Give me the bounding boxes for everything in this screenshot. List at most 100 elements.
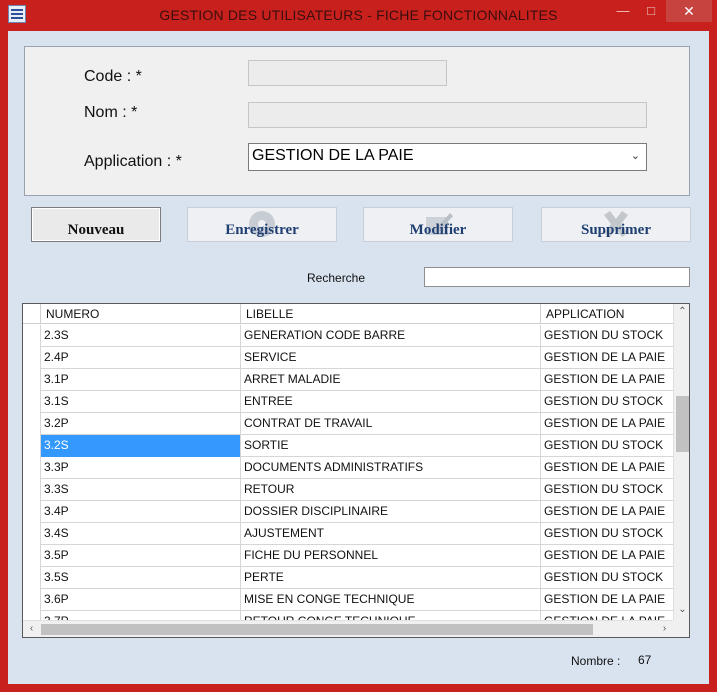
cell-libelle[interactable]: MISE EN CONGE TECHNIQUE: [241, 589, 541, 611]
vertical-scrollbar[interactable]: ⌃ ⌄: [673, 304, 689, 620]
scroll-left-arrow-icon[interactable]: ‹: [23, 621, 40, 637]
search-input[interactable]: [424, 267, 690, 287]
nom-label: Nom : *: [84, 104, 138, 121]
column-header-application[interactable]: APPLICATION: [541, 304, 673, 324]
cell-numero[interactable]: 3.5P: [41, 545, 241, 567]
table-row[interactable]: 3.4S AJUSTEMENT GESTION DU STOCK: [23, 523, 673, 545]
cell-application[interactable]: GESTION DU STOCK: [541, 479, 673, 501]
row-header[interactable]: [23, 347, 41, 369]
table-row[interactable]: 3.5S PERTE GESTION DU STOCK: [23, 567, 673, 589]
row-header[interactable]: [23, 369, 41, 391]
client-area: Code : * Nom : * Application : * GESTION…: [8, 31, 709, 684]
cell-application[interactable]: GESTION DE LA PAIE: [541, 369, 673, 391]
table-row[interactable]: 3.3S RETOUR GESTION DU STOCK: [23, 479, 673, 501]
row-header[interactable]: [23, 391, 41, 413]
cell-libelle[interactable]: ARRET MALADIE: [241, 369, 541, 391]
row-header[interactable]: [23, 501, 41, 523]
application-select[interactable]: GESTION DE LA PAIE ⌄: [248, 143, 647, 171]
cell-libelle[interactable]: FICHE DU PERSONNEL: [241, 545, 541, 567]
scroll-down-arrow-icon[interactable]: ⌄: [674, 602, 689, 618]
table-row[interactable]: 3.1P ARRET MALADIE GESTION DE LA PAIE: [23, 369, 673, 391]
cell-numero[interactable]: 3.3S: [41, 479, 241, 501]
minimize-button[interactable]: —: [610, 0, 636, 22]
count-label: Nombre :: [571, 654, 621, 668]
table-row[interactable]: 3.6P MISE EN CONGE TECHNIQUE GESTION DE LA…: [23, 589, 673, 611]
nom-field[interactable]: [248, 102, 647, 128]
cell-application[interactable]: GESTION DE LA PAIE: [541, 501, 673, 523]
horizontal-scroll-thumb[interactable]: [41, 624, 593, 635]
row-header[interactable]: [23, 413, 41, 435]
table-row[interactable]: 3.2S SORTIE GESTION DU STOCK: [23, 435, 673, 457]
cell-libelle[interactable]: GENERATION CODE BARRE: [241, 325, 541, 347]
cell-application[interactable]: GESTION DU STOCK: [541, 325, 673, 347]
form-panel: Code : * Nom : * Application : * GESTION…: [24, 46, 690, 196]
cell-application[interactable]: GESTION DE LA PAIE: [541, 589, 673, 611]
row-header[interactable]: [23, 457, 41, 479]
row-header[interactable]: [23, 435, 41, 457]
table-row[interactable]: 3.3P DOCUMENTS ADMINISTRATIFS GESTION DE L…: [23, 457, 673, 479]
cell-numero[interactable]: 2.4P: [41, 347, 241, 369]
cell-libelle[interactable]: SORTIE: [241, 435, 541, 457]
column-header-libelle[interactable]: LIBELLE: [241, 304, 541, 324]
supprimer-button[interactable]: Supprimer: [541, 207, 691, 242]
cell-libelle[interactable]: CONTRAT DE TRAVAIL: [241, 413, 541, 435]
table-row[interactable]: 3.1S ENTREE GESTION DU STOCK: [23, 391, 673, 413]
cell-application[interactable]: GESTION DE LA PAIE: [541, 545, 673, 567]
title-bar[interactable]: GESTION DES UTILISATEURS - FICHE FONCTIO…: [0, 0, 717, 31]
code-field[interactable]: [248, 60, 447, 86]
cell-libelle[interactable]: ENTREE: [241, 391, 541, 413]
cell-numero[interactable]: 3.2S: [41, 435, 241, 457]
maximize-button[interactable]: □: [638, 0, 664, 22]
enregistrer-button[interactable]: Enregistrer: [187, 207, 337, 242]
row-header[interactable]: [23, 479, 41, 501]
grid-header: NUMERO LIBELLE APPLICATION: [23, 304, 673, 324]
cell-libelle[interactable]: DOCUMENTS ADMINISTRATIFS: [241, 457, 541, 479]
cell-application[interactable]: GESTION DE LA PAIE: [541, 457, 673, 479]
cell-numero[interactable]: 2.3S: [41, 325, 241, 347]
cell-numero[interactable]: 3.3P: [41, 457, 241, 479]
table-row[interactable]: 3.5P FICHE DU PERSONNEL GESTION DE LA PAIE: [23, 545, 673, 567]
row-header[interactable]: [23, 567, 41, 589]
functions-grid[interactable]: NUMERO LIBELLE APPLICATION 2.3S GENERATIO…: [22, 303, 690, 638]
cell-application[interactable]: GESTION DU STOCK: [541, 523, 673, 545]
cell-numero[interactable]: 3.1S: [41, 391, 241, 413]
cell-numero[interactable]: 3.1P: [41, 369, 241, 391]
row-header[interactable]: [23, 545, 41, 567]
row-header[interactable]: [23, 325, 41, 347]
scroll-up-arrow-icon[interactable]: ⌃: [674, 304, 689, 320]
cell-application[interactable]: GESTION DU STOCK: [541, 567, 673, 589]
cell-numero[interactable]: 3.4S: [41, 523, 241, 545]
cell-numero[interactable]: 3.4P: [41, 501, 241, 523]
cell-libelle[interactable]: AJUSTEMENT: [241, 523, 541, 545]
close-button[interactable]: ✕: [666, 0, 712, 22]
chevron-down-icon[interactable]: ⌄: [631, 144, 640, 168]
cell-application[interactable]: GESTION DE LA PAIE: [541, 347, 673, 369]
cell-application[interactable]: GESTION DU STOCK: [541, 435, 673, 457]
cell-numero[interactable]: 3.6P: [41, 589, 241, 611]
table-row[interactable]: 2.3S GENERATION CODE BARRE GESTION DU STOC…: [23, 325, 673, 347]
table-row[interactable]: 2.4P SERVICE GESTION DE LA PAIE: [23, 347, 673, 369]
cell-libelle[interactable]: RETOUR: [241, 479, 541, 501]
cell-application[interactable]: GESTION DE LA PAIE: [541, 413, 673, 435]
scroll-corner: [673, 620, 689, 637]
cell-libelle[interactable]: DOSSIER DISCIPLINAIRE: [241, 501, 541, 523]
row-header[interactable]: [23, 523, 41, 545]
cell-libelle[interactable]: SERVICE: [241, 347, 541, 369]
cell-application[interactable]: GESTION DU STOCK: [541, 391, 673, 413]
column-header-numero[interactable]: NUMERO: [41, 304, 241, 324]
table-row[interactable]: 3.2P CONTRAT DE TRAVAIL GESTION DE LA PAIE: [23, 413, 673, 435]
app-window: GESTION DES UTILISATEURS - FICHE FONCTIO…: [0, 0, 717, 692]
modifier-label: Modifier: [409, 222, 467, 238]
horizontal-scrollbar[interactable]: ‹ ›: [23, 620, 673, 637]
table-row[interactable]: 3.4P DOSSIER DISCIPLINAIRE GESTION DE LA P…: [23, 501, 673, 523]
cell-libelle[interactable]: PERTE: [241, 567, 541, 589]
row-header[interactable]: [23, 589, 41, 611]
modifier-button[interactable]: Modifier: [363, 207, 513, 242]
cell-numero[interactable]: 3.5S: [41, 567, 241, 589]
nouveau-button[interactable]: Nouveau: [31, 207, 161, 242]
cell-numero[interactable]: 3.2P: [41, 413, 241, 435]
vertical-scroll-thumb[interactable]: [676, 396, 689, 452]
count-value: 67: [638, 653, 652, 667]
scroll-right-arrow-icon[interactable]: ›: [656, 621, 673, 637]
code-label: Code : *: [84, 68, 142, 85]
